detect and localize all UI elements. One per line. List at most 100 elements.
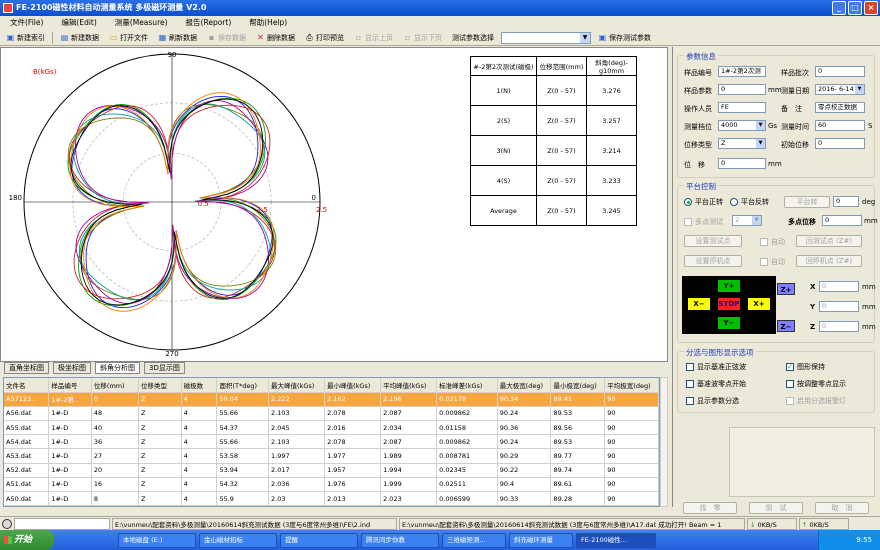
table-cell: 53.94 <box>216 463 270 478</box>
disp-type-select[interactable]: Z <box>718 138 766 149</box>
grid-header-cell[interactable]: 平均峰值(kGs) <box>380 378 438 393</box>
auto-stop-checkbox[interactable]: 自动 <box>760 257 785 267</box>
time-field[interactable]: 60 <box>815 120 865 131</box>
x-minus-button[interactable]: X− <box>688 298 710 310</box>
z-plus-button[interactable]: Z+ <box>777 283 795 295</box>
delete-data-button[interactable]: ✕ 删除数据 <box>253 31 298 45</box>
table-row[interactable]: A54.dat 1#-D 36 Z 4 55.66 2.103 2.078 2.087 0.009… <box>4 434 659 450</box>
y-minus-button[interactable]: Y− <box>718 317 740 329</box>
grid-scrollbar[interactable] <box>660 377 668 507</box>
grid-header-cell[interactable]: 样品编号 <box>48 378 92 393</box>
sample-param-field[interactable]: 0 <box>718 84 766 95</box>
table-row[interactable]: A53.dat 1#-D 27 Z 4 53.58 1.997 1.977 1.989 0.008… <box>4 448 659 464</box>
multi-pos-field[interactable]: 0 <box>822 215 862 226</box>
position-field[interactable]: 0 <box>718 158 766 169</box>
back-stop-point-button[interactable]: 回停机点 (Z#) <box>796 255 862 267</box>
save-params-button[interactable]: ▣ 保存测试参数 <box>595 31 654 45</box>
rotate-field[interactable]: 0 <box>833 196 859 207</box>
opt-sine-checkbox[interactable]: 显示基准正弦波 <box>686 362 746 372</box>
task-reminder[interactable]: 提醒 <box>280 532 358 548</box>
grid-header-cell[interactable]: 磁极数 <box>181 378 218 393</box>
table-row[interactable]: A57123.. 1#-2第.. 0 Z 4 59.04 2.222 2.162 2.196 0.… <box>4 392 659 407</box>
table-cell: 1#-D <box>48 491 92 506</box>
grid-header-cell[interactable]: 面积(T*deg) <box>216 378 270 393</box>
grid-header-cell[interactable]: 位移类型 <box>138 378 182 393</box>
menu-file[interactable]: 文件(File) <box>10 16 43 30</box>
maximize-button[interactable]: □ <box>848 1 862 15</box>
sample-no-field[interactable]: 1#-2第2次测 <box>718 66 766 77</box>
multi-count-select[interactable]: 2 <box>732 215 762 226</box>
table-row[interactable]: A50.dat 1#-D 8 Z 4 55.9 2.03 2.013 2.023 0.006599… <box>4 491 659 506</box>
prev-page-button[interactable]: ▫ 显示上页 <box>351 31 396 45</box>
opt-alarm-checkbox[interactable]: 启用分选报警灯 <box>786 396 846 406</box>
table-row[interactable]: A51.dat 1#-D 16 Z 4 54.32 2.036 1.976 1.999 0.025… <box>4 477 659 493</box>
table-cell: 1.977 <box>324 448 382 464</box>
start-button[interactable]: 开始 <box>0 530 54 550</box>
status-bar: E:\vunmeu\配套资料\多极测量\20160614斜充测试数据 (3度与6… <box>0 516 880 530</box>
init-pos-field[interactable]: 0 <box>815 138 865 149</box>
refresh-data-button[interactable]: ▦ 刷新数据 <box>155 31 200 45</box>
new-index-button[interactable]: ▣ 新建索引 <box>3 31 48 45</box>
menu-report[interactable]: 报告(Report) <box>186 16 232 30</box>
grid-header-cell[interactable]: 最小极宽(deg) <box>550 378 606 393</box>
back-test-point-button[interactable]: 回测试点 (Z#) <box>796 235 862 247</box>
task-tencent[interactable]: 腾讯同步你教 <box>361 532 439 548</box>
stop-button[interactable]: STOP <box>718 298 740 310</box>
minimize-button[interactable]: _ <box>832 1 846 15</box>
task-fe2100[interactable]: FE-2100磁性... <box>576 532 656 548</box>
opt-hold-checkbox[interactable]: ✓ 图形保持 <box>786 362 825 372</box>
grid-header-cell[interactable]: 平均极宽(deg) <box>604 378 659 393</box>
save-data-button[interactable]: ▪ 保存数据 <box>204 31 249 45</box>
test-button[interactable]: 测 试 <box>749 502 803 514</box>
table-cell: 4 <box>181 406 218 422</box>
next-page-button[interactable]: ▫ 显示下页 <box>400 31 445 45</box>
grid-header-cell[interactable]: 最小峰值(kGs) <box>324 378 382 393</box>
task-tender[interactable]: 金山磁材招标 <box>199 532 277 548</box>
open-file-button[interactable]: ▭ 打开文件 <box>106 31 151 45</box>
y-plus-button[interactable]: Y+ <box>718 280 740 292</box>
tab-skew-analysis[interactable]: 斜角分析图 <box>95 362 140 374</box>
remark-field[interactable]: 零点校正数据 <box>815 102 865 113</box>
grid-header-cell[interactable]: 最大极宽(deg) <box>497 378 552 393</box>
multi-test-checkbox[interactable]: 多点测试 <box>684 217 723 227</box>
opt-sort-params-checkbox[interactable]: 显示参数分选 <box>686 396 739 406</box>
status-input[interactable] <box>14 517 110 530</box>
test-param-combo[interactable] <box>501 31 591 44</box>
rev-radio[interactable]: 平台反转 <box>730 197 769 207</box>
batch-field[interactable]: 0 <box>815 66 865 77</box>
grid-header-cell[interactable]: 位移(mm) <box>91 378 140 393</box>
menu-edit[interactable]: 编辑(Edit) <box>61 16 96 30</box>
grid-header-cell[interactable]: 标准峰差(kGs) <box>436 378 498 393</box>
set-stop-point-button[interactable]: 设置停机点 <box>684 255 742 267</box>
menu-help[interactable]: 帮助(Help) <box>249 16 287 30</box>
operator-field[interactable]: FE <box>718 102 766 113</box>
grid-header-cell[interactable]: 最大峰值(kGs) <box>268 378 326 393</box>
rotate-button[interactable]: 平台转 <box>784 196 830 208</box>
task-skew-ring[interactable]: 斜充磁环测量 <box>509 532 573 548</box>
auto-test-checkbox[interactable]: 自动 <box>760 237 785 247</box>
tab-3d[interactable]: 3D显示图 <box>144 362 185 374</box>
print-preview-button[interactable]: ⎙ 打印预览 <box>302 31 347 45</box>
range-select[interactable]: 4000 <box>718 120 766 131</box>
menu-measure[interactable]: 测量(Measure) <box>115 16 168 30</box>
task-local-disk[interactable]: 本地磁盘 (E:) <box>118 532 196 548</box>
checkbox-icon <box>786 380 794 388</box>
table-row[interactable]: A52.dat 1#-D 20 Z 4 53.94 2.017 1.957 1.994 0.023… <box>4 463 659 478</box>
opt-adjust-zero-checkbox[interactable]: 按调整零点显示 <box>786 379 846 389</box>
x-plus-button[interactable]: X+ <box>748 298 770 310</box>
table-row[interactable]: A56.dat 1#-D 48 Z 4 55.66 2.103 2.078 2.087 0.009… <box>4 406 659 422</box>
fwd-radio[interactable]: 平台正转 <box>684 197 723 207</box>
new-data-button[interactable]: ▤ 新建数据 <box>57 31 102 45</box>
opt-zero-start-checkbox[interactable]: 基准波零点开始 <box>686 379 746 389</box>
tab-polar[interactable]: 极坐标图 <box>53 362 91 374</box>
tab-cartesian[interactable]: 直角坐标图 <box>4 362 49 374</box>
task-3d-torque[interactable]: 三维磁矩测... <box>442 532 506 548</box>
zero-button[interactable]: 找 零 <box>683 502 737 514</box>
date-field[interactable]: 2016- 6-14 <box>815 84 865 95</box>
grid-header-cell[interactable]: 文件名 <box>4 378 50 393</box>
close-button[interactable]: × <box>864 1 878 15</box>
cancel-button[interactable]: 取 消 <box>815 502 869 514</box>
set-test-point-button[interactable]: 设置测试点 <box>684 235 742 247</box>
table-row[interactable]: A55.dat 1#-D 40 Z 4 54.37 2.045 2.016 2.034 0.011… <box>4 420 659 436</box>
z-minus-button[interactable]: Z− <box>777 320 795 332</box>
